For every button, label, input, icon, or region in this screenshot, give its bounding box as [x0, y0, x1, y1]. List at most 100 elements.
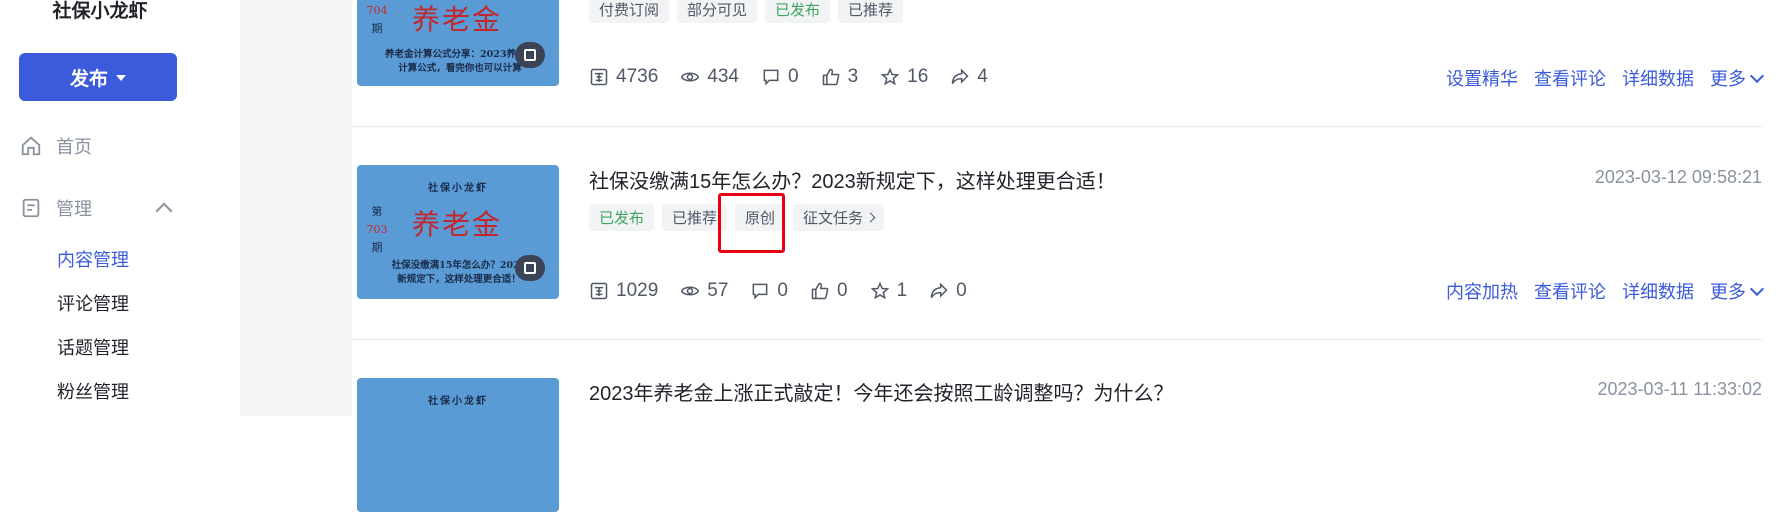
tag-partial: 部分可见	[677, 0, 758, 23]
chevron-up-icon[interactable]	[155, 202, 173, 220]
more-button[interactable]: 更多	[1710, 65, 1765, 91]
stat-shares-value: 0	[956, 280, 967, 301]
thumb-desc: 养老金计算公式分享：2023养老金计算公式，看完你也可以计算	[385, 49, 535, 74]
stat-comments: 0	[761, 66, 799, 88]
publish-label: 发布	[69, 68, 108, 90]
view-comments-button[interactable]: 查看评论	[1534, 278, 1606, 304]
stat-likes: 0	[810, 280, 848, 302]
thumb-big-text: 养老金	[412, 208, 503, 241]
thumb-desc: 社保没缴满15年怎么办？2023新规定下，这样处理更合适！	[391, 260, 527, 285]
sidebar-item-comments[interactable]: 评论管理	[57, 290, 129, 316]
stat-shares: 4	[950, 66, 988, 88]
article-thumbnail[interactable]: 社保小龙虾 第 703 期 养老金 社保没缴满15年怎么办？2023新规定下，这…	[357, 165, 559, 299]
content-list: 704 期 养老金 养老金计算公式分享：2023养老金计算公式，看完你也可以计算…	[352, 0, 1786, 512]
stat-views-value: 57	[707, 280, 729, 301]
publish-button[interactable]: 发布	[19, 53, 177, 101]
share-icon	[952, 68, 969, 85]
article-actions: 内容加热 查看评论 详细数据 更多	[1446, 278, 1765, 304]
share-icon	[930, 282, 948, 299]
article-thumbnail[interactable]: 704 期 养老金 养老金计算公式分享：2023养老金计算公式，看完你也可以计算	[357, 0, 559, 86]
tag-published: 已发布	[765, 0, 831, 23]
read-count-icon	[590, 282, 608, 300]
sidebar-item-content[interactable]: 内容管理	[57, 246, 129, 272]
stat-favorites: 1	[870, 280, 908, 302]
article-date: 2023-03-11 11:33:02	[1597, 379, 1762, 399]
stat-reads: 4736	[589, 66, 658, 88]
article-title[interactable]: 社保没缴满15年怎么办？2023新规定下，这样处理更合适！	[589, 165, 1116, 194]
article-date: 2023-03-12 09:58:21	[1594, 167, 1762, 187]
thumb-brand: 社保小龙虾	[428, 396, 488, 407]
stat-comments: 0	[750, 280, 788, 302]
stat-favorites: 16	[880, 66, 928, 88]
article-type-icon	[515, 255, 545, 281]
detail-data-button[interactable]: 详细数据	[1622, 278, 1694, 304]
highlight-box	[718, 193, 785, 253]
stat-likes-value: 3	[847, 66, 859, 87]
gutter	[240, 0, 352, 416]
nav-manage[interactable]: 管理	[20, 195, 92, 221]
caret-down-icon	[116, 75, 126, 81]
stat-views: 57	[680, 280, 728, 302]
row-divider	[352, 126, 1762, 127]
article-title[interactable]: 2023年养老金上涨正式敲定！今年还会按照工龄调整吗？为什么？	[589, 377, 1174, 406]
more-button[interactable]: 更多	[1710, 278, 1765, 304]
tag-paid: 付费订阅	[589, 0, 670, 23]
thumb-issue-num: 703	[366, 223, 388, 236]
article-stats: 4736 434 0 3 16 4	[589, 66, 988, 88]
stat-reads-value: 4736	[616, 66, 659, 87]
article-tags: 付费订阅 部分可见 已发布 已推荐	[589, 0, 904, 23]
brand-name: 社保小龙虾	[52, 1, 148, 22]
thumbs-up-icon	[811, 282, 829, 300]
set-featured-button[interactable]: 设置精华	[1446, 65, 1518, 91]
thumb-issue-num: 704	[366, 4, 388, 17]
nav-home-label: 首页	[56, 137, 92, 157]
view-comments-button[interactable]: 查看评论	[1534, 65, 1606, 91]
stat-favorites-value: 16	[907, 66, 929, 87]
stat-likes-value: 0	[837, 280, 848, 301]
more-label: 更多	[1710, 282, 1746, 302]
comment-icon	[763, 69, 779, 86]
home-icon	[21, 136, 41, 156]
thumb-big-text: 养老金	[412, 3, 503, 36]
tag-published: 已发布	[589, 204, 655, 231]
nav-home[interactable]: 首页	[20, 133, 92, 159]
eye-icon	[681, 72, 700, 82]
read-count-icon	[590, 68, 608, 86]
stat-favorites-value: 1	[896, 280, 908, 301]
article-type-icon	[515, 42, 545, 68]
chevron-right-icon	[865, 212, 876, 223]
stat-likes: 3	[821, 66, 859, 88]
article-actions: 设置精华 查看评论 详细数据 更多	[1446, 65, 1765, 91]
thumb-issue: 704 期	[365, 2, 389, 38]
comment-icon	[753, 283, 768, 300]
thumb-issue-prefix: 第	[371, 205, 383, 218]
sidebar-item-fans[interactable]: 粉丝管理	[57, 378, 129, 404]
tag-essay-task[interactable]: 征文任务	[793, 204, 885, 231]
document-icon	[22, 198, 40, 218]
article-thumbnail[interactable]: 社保小龙虾	[357, 378, 559, 512]
stat-shares: 0	[929, 280, 967, 302]
row-divider	[352, 339, 1762, 340]
eye-icon	[681, 286, 700, 296]
thumbs-up-icon	[822, 68, 839, 86]
stat-comments-value: 0	[777, 280, 788, 301]
content-boost-button[interactable]: 内容加热	[1446, 278, 1518, 304]
stat-comments-value: 0	[787, 66, 799, 87]
thumb-issue-suffix: 期	[371, 22, 383, 35]
tag-recommended: 已推荐	[838, 0, 904, 23]
star-icon	[870, 281, 889, 300]
stat-reads: 1029	[589, 280, 658, 302]
more-label: 更多	[1710, 69, 1746, 89]
article-stats: 1029 57 0 0 1 0	[589, 280, 967, 302]
star-icon	[880, 67, 900, 86]
nav-manage-label: 管理	[56, 199, 92, 219]
sidebar-item-topics[interactable]: 话题管理	[57, 334, 129, 360]
thumb-brand: 社保小龙虾	[428, 183, 488, 194]
tag-essay-task-label: 征文任务	[803, 210, 864, 227]
chevron-down-icon	[1749, 281, 1765, 297]
chevron-down-icon	[1749, 68, 1765, 84]
sidebar: 社保小龙虾 发布 首页 管理 内容管理 评论管理 话题管理 粉丝管理	[0, 0, 240, 416]
detail-data-button[interactable]: 详细数据	[1622, 65, 1694, 91]
stat-views: 434	[680, 66, 739, 88]
stat-views-value: 434	[707, 66, 739, 87]
